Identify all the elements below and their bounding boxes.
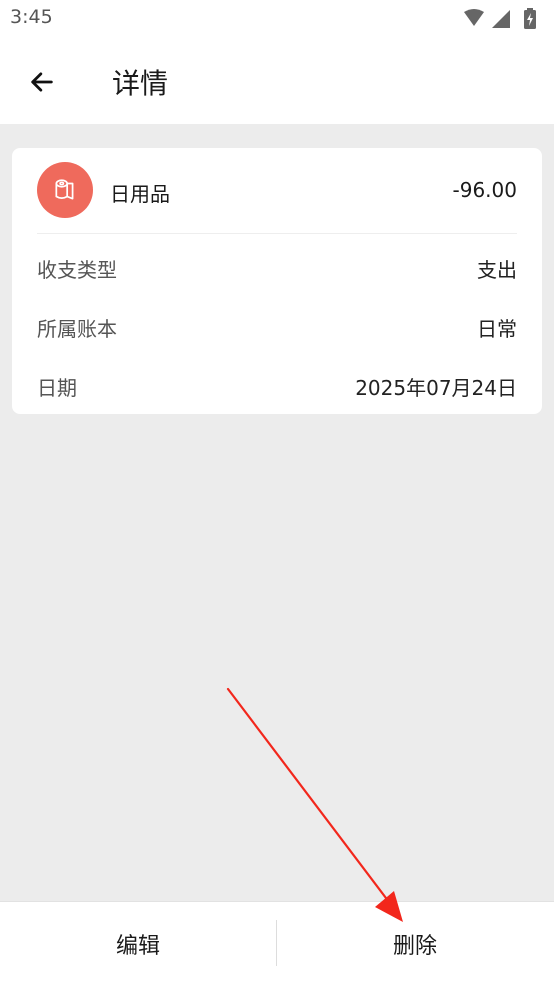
category-name: 日用品	[110, 182, 170, 206]
account-book-value: 日常	[477, 317, 517, 341]
type-value: 支出	[477, 258, 517, 282]
status-bar: 3:45	[0, 0, 554, 40]
date-label: 日期	[37, 376, 77, 400]
delete-button[interactable]: 删除	[277, 902, 553, 985]
detail-card: 日用品 -96.00 收支类型 支出 所属账本 日常 日期 2025年07月24…	[12, 148, 542, 414]
status-time: 3:45	[10, 6, 53, 28]
account-book-label: 所属账本	[37, 317, 117, 341]
annotation-arrow-shaft	[226, 687, 394, 908]
category-icon-badge	[37, 162, 93, 218]
battery-charging-icon	[524, 8, 536, 29]
date-value: 2025年07月24日	[355, 376, 517, 400]
signal-icon	[492, 10, 510, 28]
amount-value: -96.00	[452, 178, 517, 202]
wifi-icon	[464, 9, 484, 26]
status-icons	[464, 8, 536, 29]
card-divider	[37, 233, 517, 234]
app-bar: 详情	[0, 40, 554, 124]
bottom-action-bar: 编辑 删除	[0, 901, 554, 985]
category-row: 日用品 -96.00	[12, 148, 542, 234]
info-row-date: 日期 2025年07月24日	[12, 360, 542, 410]
toilet-paper-icon	[55, 179, 74, 200]
arrow-left-icon	[31, 72, 53, 92]
edit-button[interactable]: 编辑	[0, 902, 276, 985]
back-button[interactable]	[18, 58, 66, 106]
type-label: 收支类型	[37, 258, 117, 282]
info-row-account-book: 所属账本 日常	[12, 301, 542, 351]
info-row-type: 收支类型 支出	[12, 242, 542, 292]
page-title: 详情	[112, 67, 169, 100]
